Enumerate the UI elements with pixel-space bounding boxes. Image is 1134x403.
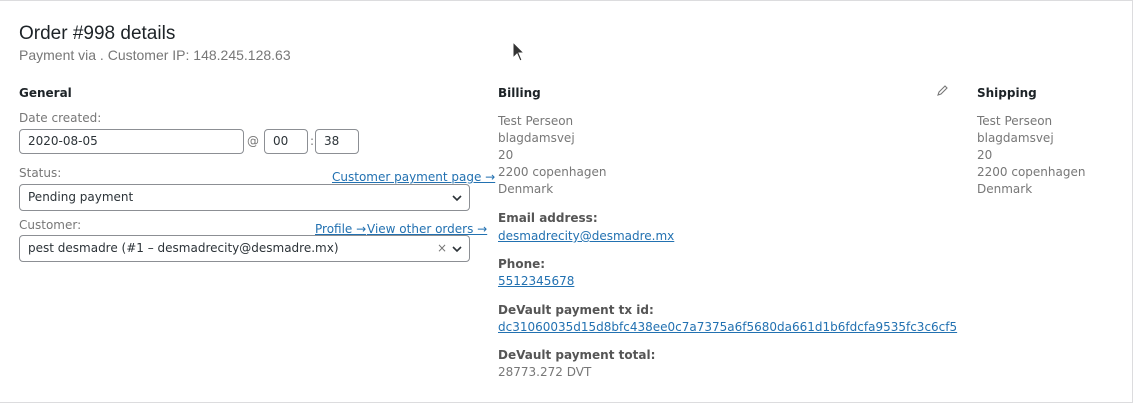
- billing-country: Denmark: [498, 182, 554, 196]
- shipping-street: blagdamsvej: [977, 131, 1054, 145]
- billing-city: 2200 copenhagen: [498, 165, 607, 179]
- shipping-city: 2200 copenhagen: [977, 165, 1086, 179]
- order-details-panel: Order #998 details Payment via . Custome…: [0, 0, 1133, 403]
- tx-id-label: DeVault payment tx id:: [498, 303, 654, 317]
- profile-link[interactable]: Profile →: [315, 222, 366, 236]
- status-label: Status:: [19, 166, 62, 180]
- billing-street: blagdamsvej: [498, 131, 575, 145]
- view-other-orders-link[interactable]: View other orders →: [367, 222, 487, 236]
- phone-link[interactable]: 5512345678: [498, 274, 574, 288]
- mouse-cursor-icon: [512, 41, 526, 62]
- email-label: Email address:: [498, 211, 598, 225]
- phone-label: Phone:: [498, 257, 546, 271]
- colon-separator: :: [310, 134, 315, 148]
- billing-heading: Billing: [498, 86, 541, 100]
- general-heading: General: [19, 86, 72, 100]
- customer-label: Customer:: [19, 218, 82, 232]
- customer-select[interactable]: pest desmadre (#1 – desmadrecity@desmadr…: [19, 235, 470, 262]
- email-link[interactable]: desmadrecity@desmadre.mx: [498, 229, 674, 243]
- minute-input[interactable]: 38: [315, 129, 359, 154]
- tx-id-link[interactable]: dc31060035d15d8bfc438ee0c7a7375a6f5680da…: [498, 320, 957, 334]
- date-created-input[interactable]: 2020-08-05: [19, 129, 244, 154]
- shipping-number: 20: [977, 148, 993, 162]
- shipping-address: Test Perseon blagdamsvej 20 2200 copenha…: [977, 113, 1085, 198]
- customer-payment-page-link[interactable]: Customer payment page →: [332, 170, 495, 184]
- billing-address: Test Perseon blagdamsvej 20 2200 copenha…: [498, 113, 606, 198]
- chevron-down-icon: [452, 246, 462, 253]
- payment-info-subtitle: Payment via . Customer IP: 148.245.128.6…: [19, 47, 291, 63]
- clear-customer-button[interactable]: ×: [437, 236, 447, 261]
- shipping-heading: Shipping: [977, 86, 1037, 100]
- payment-total-value: 28773.272 DVT: [498, 365, 592, 379]
- at-separator: @: [247, 134, 259, 148]
- customer-value: pest desmadre (#1 – desmadrecity@desmadr…: [28, 241, 339, 255]
- pencil-icon[interactable]: [937, 85, 948, 96]
- status-value: Pending payment: [28, 190, 134, 204]
- shipping-country: Denmark: [977, 182, 1033, 196]
- page-title: Order #998 details: [19, 23, 176, 44]
- date-created-label: Date created:: [19, 111, 102, 125]
- hour-input[interactable]: 00: [264, 129, 308, 154]
- payment-total-label: DeVault payment total:: [498, 348, 656, 362]
- billing-number: 20: [498, 148, 514, 162]
- shipping-name: Test Perseon: [977, 114, 1053, 128]
- status-select[interactable]: Pending payment: [19, 184, 470, 211]
- billing-name: Test Perseon: [498, 114, 574, 128]
- chevron-down-icon: [452, 195, 462, 202]
